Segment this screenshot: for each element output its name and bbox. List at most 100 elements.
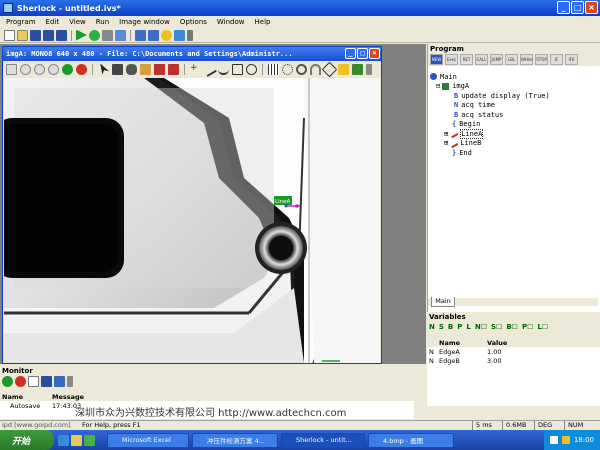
zoom-fit-icon[interactable] [6, 63, 17, 75]
pointer-icon[interactable] [100, 63, 109, 75]
variable-row[interactable]: N EdgeA 1.00 [427, 347, 600, 356]
edge-start-a[interactable] [284, 204, 288, 208]
tree-item-acq-time[interactable]: Nacq time [430, 101, 598, 111]
expand-icon[interactable]: ⊞ [444, 139, 448, 147]
instruction-exec-button[interactable]: Exec [445, 54, 458, 65]
vartab-p[interactable]: P [457, 323, 462, 331]
image-canvas[interactable]: LineA [4, 78, 380, 363]
expand-icon[interactable]: ⊞ [444, 130, 448, 138]
lightbulb-icon[interactable] [161, 29, 172, 41]
region-icon[interactable] [126, 63, 137, 75]
tree-item-main[interactable]: Main [430, 72, 598, 82]
arc-tool-icon[interactable] [218, 64, 229, 75]
vartab-s-array[interactable]: S☐ [491, 323, 502, 331]
crosshair-icon[interactable] [168, 63, 179, 75]
pause-icon[interactable] [135, 29, 146, 41]
save-all-icon[interactable] [56, 29, 67, 41]
arc-annulus-icon[interactable] [310, 63, 321, 75]
target-icon[interactable] [154, 63, 165, 75]
folder-icon[interactable] [338, 63, 349, 75]
zoom-actual-icon[interactable] [48, 63, 59, 75]
program-tree[interactable]: Main ⊟ imgA Bupdate display (True) Nacq t… [430, 72, 598, 158]
instruction-if-button[interactable]: IF [550, 54, 563, 65]
ie-icon[interactable] [58, 434, 69, 446]
menu-edit[interactable]: Edit [46, 18, 60, 26]
new-file-icon[interactable] [4, 29, 15, 41]
red-circle-icon[interactable] [76, 63, 87, 75]
task-paint[interactable]: 4.bmp - 画图 [368, 432, 454, 448]
vartab-p-array[interactable]: P☐ [522, 323, 533, 331]
image-maximize-button[interactable]: □ [357, 48, 368, 59]
monitor-col-name[interactable]: Name [0, 393, 52, 401]
stop-icon[interactable] [102, 29, 113, 41]
tree-item-begin[interactable]: {Begin [430, 120, 598, 130]
tree-item-linea[interactable]: ⊞ LineA [430, 128, 598, 139]
vartab-n[interactable]: N [429, 323, 435, 331]
point-tool-icon[interactable]: + [190, 63, 201, 75]
instruction-ret-button[interactable]: RET [460, 54, 473, 65]
rectangle-roi-icon[interactable] [112, 63, 123, 75]
vartab-l[interactable]: L [466, 323, 470, 331]
task-sherlock[interactable]: Sherlock - untit... [281, 432, 365, 448]
tree-item-end[interactable]: } End [430, 148, 598, 158]
start-button[interactable]: 开始 [0, 430, 54, 450]
run-icon[interactable] [76, 29, 87, 41]
zoom-out-icon[interactable] [34, 63, 45, 75]
camera-icon[interactable] [174, 29, 185, 41]
reset-icon[interactable] [148, 29, 159, 41]
rect-tool-icon[interactable] [232, 63, 243, 75]
camera-image[interactable]: LineA [4, 78, 380, 363]
instruction-stop-button[interactable]: STOP [535, 54, 548, 65]
open-folder-icon[interactable] [17, 29, 28, 41]
image-dropdown-icon[interactable] [366, 63, 372, 75]
maximize-button[interactable]: □ [571, 1, 584, 14]
green-circle-icon[interactable] [62, 63, 73, 75]
desktop-icon[interactable] [84, 434, 95, 446]
monitor-col-message[interactable]: Message [52, 393, 84, 401]
instruction-ife-button[interactable]: IFE [565, 54, 578, 65]
close-button[interactable]: × [585, 1, 598, 14]
rake-tool-icon[interactable] [268, 63, 279, 75]
circle-tool-icon[interactable] [246, 63, 257, 75]
instruction-label-button[interactable]: LBL [505, 54, 518, 65]
zoom-in-icon[interactable] [20, 63, 31, 75]
minimize-button[interactable]: _ [557, 1, 570, 14]
vartab-l-array[interactable]: L☐ [537, 323, 548, 331]
menu-options[interactable]: Options [180, 18, 207, 26]
task-excel[interactable]: Microsoft Excel [107, 432, 189, 448]
tree-item-acq-status[interactable]: Bacq status [430, 110, 598, 120]
tab-main[interactable]: Main [431, 297, 455, 307]
collapse-icon[interactable]: ⊟ [436, 82, 440, 90]
monitor-save-icon[interactable] [41, 376, 52, 387]
tray-icon[interactable] [549, 436, 558, 444]
explorer-icon[interactable] [71, 434, 82, 446]
menu-window[interactable]: Window [217, 18, 245, 26]
variable-row[interactable]: N EdgeB 3.00 [427, 356, 600, 365]
menu-image-window[interactable]: Image window [119, 18, 170, 26]
edge-point-a[interactable] [295, 204, 299, 208]
vartab-n-array[interactable]: N☐ [475, 323, 487, 331]
instruction-call-button[interactable]: CALL [475, 54, 488, 65]
run-continuous-icon[interactable] [89, 29, 100, 41]
dropdown-arrow-icon[interactable] [187, 29, 193, 41]
save-as-icon[interactable] [43, 29, 54, 41]
polygon-tool-icon[interactable] [321, 61, 338, 77]
instruction-while-button[interactable]: WHile [520, 54, 533, 65]
vartab-b-array[interactable]: B☐ [506, 323, 518, 331]
image-close-button[interactable]: × [369, 48, 380, 59]
col-value-header[interactable]: Value [487, 339, 507, 347]
menu-run[interactable]: Run [96, 18, 109, 26]
monitor-clear-icon[interactable] [28, 376, 39, 387]
instruction-new-button[interactable]: NEW [430, 54, 443, 65]
monitor-start-icon[interactable] [2, 376, 13, 387]
vartab-b[interactable]: B [448, 323, 453, 331]
monitor-stop-icon[interactable] [15, 376, 26, 387]
spoke-tool-icon[interactable] [282, 63, 293, 75]
menu-help[interactable]: Help [255, 18, 271, 26]
tree-item-lineb[interactable]: ⊞ LineB [430, 138, 598, 149]
image-icon[interactable] [140, 63, 151, 75]
monitor-export-icon[interactable] [54, 376, 65, 387]
menu-view[interactable]: View [69, 18, 86, 26]
acquire-icon[interactable] [352, 63, 363, 75]
col-name-header[interactable]: Name [439, 339, 487, 347]
